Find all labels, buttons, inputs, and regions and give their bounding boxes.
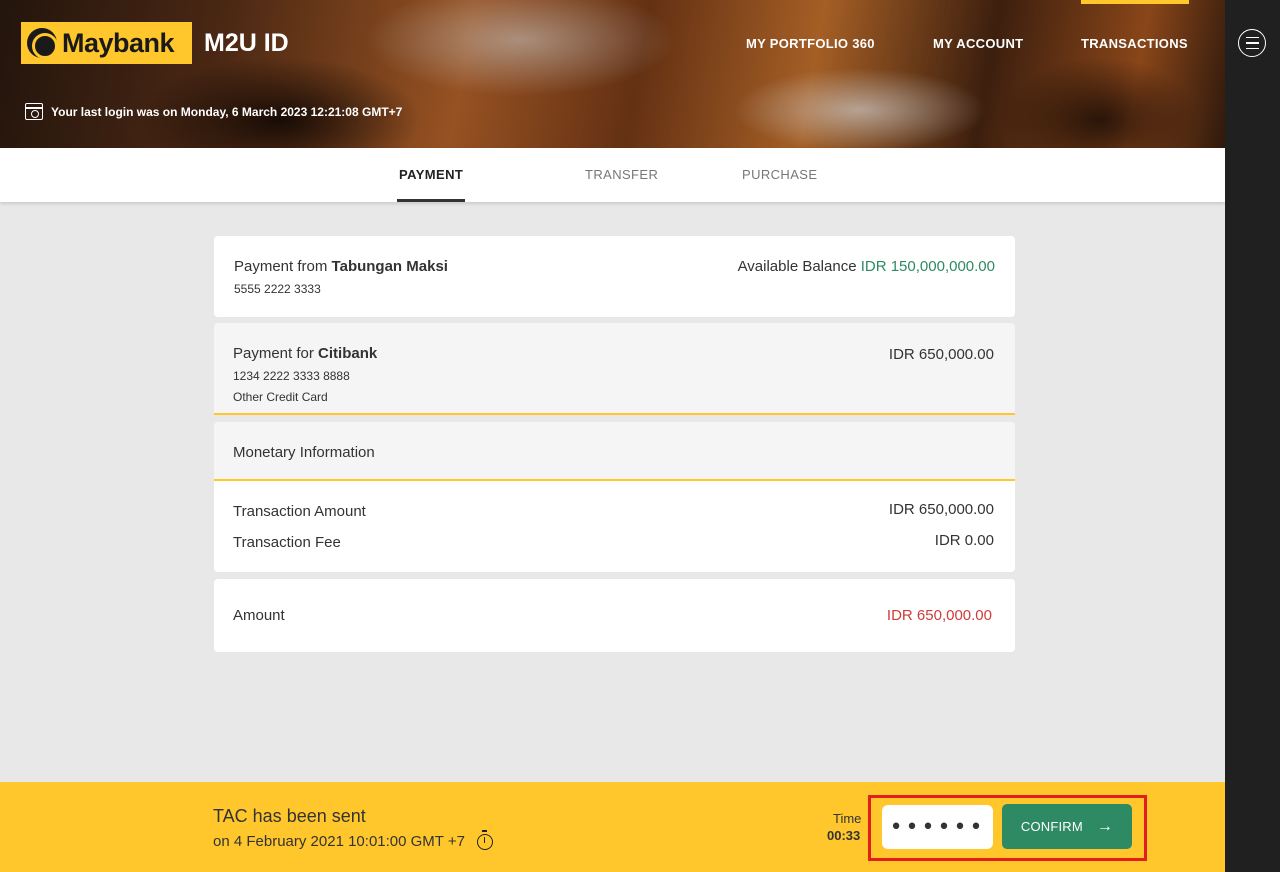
available-balance-line: Available Balance IDR 150,000,000.00 [738,258,995,275]
nav-my-account[interactable]: MY ACCOUNT [933,36,1023,51]
tab-payment[interactable]: PAYMENT [399,167,463,182]
tab-active-underline [397,199,465,202]
tiger-logo-icon [27,28,58,59]
tac-time-value: 00:33 [827,828,861,843]
menu-icon[interactable] [1238,29,1266,57]
total-amount-label: Amount [233,607,285,624]
payment-from-label: Payment from [234,258,328,275]
right-sidebar [1225,0,1280,872]
transaction-fee-value: IDR 0.00 [934,532,994,549]
tac-input[interactable] [882,805,993,849]
payment-from-account-name: Tabungan Maksi [331,258,448,275]
payment-for-card-number: 1234 2222 3333 8888 [233,369,350,383]
payment-for-payee: Citibank [318,345,378,362]
last-login-info: Your last login was on Monday, 6 March 2… [25,103,402,120]
payment-for-line: Payment for Citibank [233,345,377,362]
payment-from-account-number: 5555 2222 3333 [234,282,321,296]
monetary-info-card: Monetary Information Transaction Amount … [214,422,1015,572]
header-banner: Maybank M2U ID MY PORTFOLIO 360 MY ACCOU… [0,0,1225,148]
active-nav-indicator [1081,0,1189,4]
nav-transactions[interactable]: TRANSACTIONS [1081,36,1188,51]
monetary-info-title: Monetary Information [233,444,375,461]
app-main: Maybank M2U ID MY PORTFOLIO 360 MY ACCOU… [0,0,1225,872]
transaction-amount-value: IDR 650,000.00 [888,501,994,518]
available-balance-label: Available Balance [737,258,857,275]
transaction-tabs: PAYMENT TRANSFER PURCHASE [0,148,1225,202]
payment-for-amount: IDR 650,000.00 [888,346,994,363]
tac-time-label: Time [833,811,862,826]
tab-purchase[interactable]: PURCHASE [742,167,817,182]
payment-from-line: Payment from Tabungan Maksi [234,258,448,275]
tac-sent-date: on 4 February 2021 10:01:00 GMT +7 [213,832,465,850]
confirm-button[interactable]: CONFIRM → [1002,804,1132,849]
tac-sent-title: TAC has been sent [213,806,366,826]
last-login-text: Your last login was on Monday, 6 March 2… [51,104,403,119]
arrow-right-icon: → [1096,817,1114,835]
payment-for-card: Payment for Citibank 1234 2222 3333 8888… [214,323,1015,415]
tac-sent-subtitle: on 4 February 2021 10:01:00 GMT +7 [213,830,493,850]
monetary-info-header: Monetary Information [214,422,1015,481]
brand-title: M2U ID [204,29,289,57]
confirm-label: CONFIRM [1020,819,1083,834]
payment-from-card: Payment from Tabungan Maksi 5555 2222 33… [214,236,1015,317]
maybank-logo[interactable]: Maybank [21,22,192,64]
transaction-fee-label: Transaction Fee [233,534,341,551]
tac-footer: TAC has been sent on 4 February 2021 10:… [0,782,1225,872]
nav-my-portfolio[interactable]: MY PORTFOLIO 360 [746,36,875,51]
payment-for-card-type: Other Credit Card [233,390,328,404]
stopwatch-icon [476,830,493,850]
available-balance-value: IDR 150,000,000.00 [860,258,995,275]
logo-text: Maybank [62,27,175,58]
total-amount-card: Amount IDR 650,000.00 [214,579,1015,652]
calendar-icon [25,103,43,120]
transaction-amount-label: Transaction Amount [233,503,366,520]
payment-for-label: Payment for [233,345,314,362]
total-amount-value: IDR 650,000.00 [886,607,992,624]
tab-transfer[interactable]: TRANSFER [585,167,658,182]
